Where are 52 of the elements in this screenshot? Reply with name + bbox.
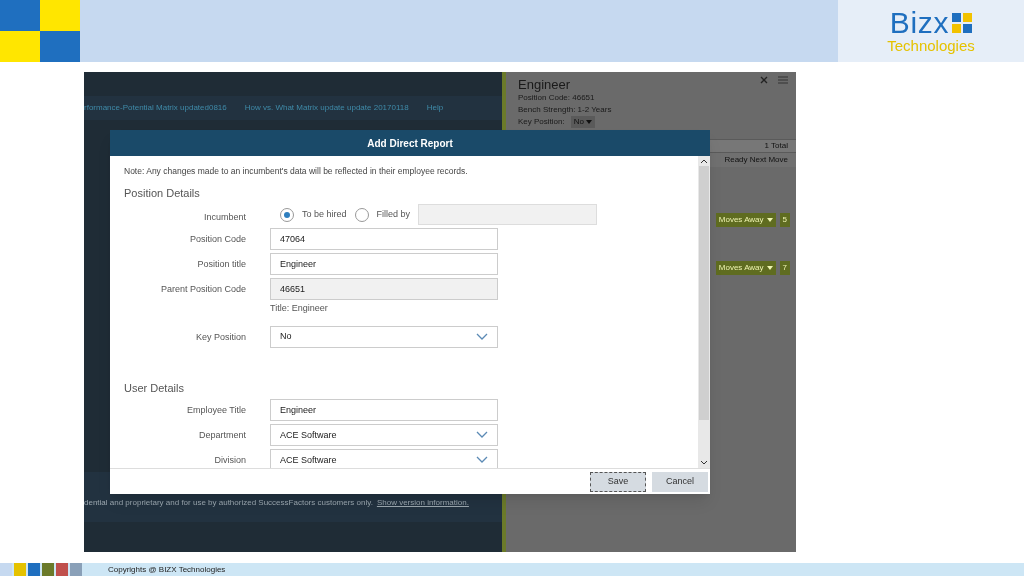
cancel-button[interactable]: Cancel xyxy=(652,471,708,492)
chevron-down-icon xyxy=(476,456,488,465)
copyright-text: Copyrights @ BIZX Technologies xyxy=(108,563,226,576)
dialog-note: Note: Any changes made to an incumbent's data will be reflected in their employee records. xyxy=(124,165,469,178)
input-field[interactable]: 47064 xyxy=(270,228,498,251)
status-dropdown[interactable]: Moves Away xyxy=(715,213,776,227)
count-badge: 7 xyxy=(779,261,790,275)
field-hint: Title: Engineer xyxy=(270,302,329,316)
dropdown[interactable]: ACE Software xyxy=(270,424,498,447)
section-heading: Position Details xyxy=(124,185,201,201)
caret-icon xyxy=(585,119,592,124)
save-button[interactable]: Save xyxy=(590,471,646,492)
input-field[interactable]: 46651 xyxy=(270,278,498,301)
field-label: Position title xyxy=(196,258,246,272)
count-badge: 5 xyxy=(779,213,790,227)
version-link[interactable]: Show version information. xyxy=(376,497,469,509)
dropdown[interactable]: No xyxy=(270,325,498,348)
field-label: Incumbent xyxy=(202,210,246,224)
input-field[interactable]: Engineer xyxy=(270,399,498,422)
chevron-down-icon xyxy=(476,332,488,341)
footer-text: dential and proprietary and for use by authorized SuccessFactors customers only. xyxy=(84,497,373,509)
nav-link[interactable]: How vs. What Matrix update update 20170118 xyxy=(244,102,409,114)
radio-label: To be hired xyxy=(302,208,347,221)
nav-link[interactable]: rformance-Potential Matrix updated0816 xyxy=(84,102,227,114)
section-heading: User Details xyxy=(124,380,185,396)
caret-icon xyxy=(766,266,773,270)
scroll-down-icon[interactable] xyxy=(700,460,708,466)
field-label: Key Position xyxy=(194,330,246,344)
panel-detail: Position Code: 46651 xyxy=(518,92,596,104)
nav-link[interactable]: Help xyxy=(426,102,444,114)
panel-title: Engineer xyxy=(518,77,572,92)
filled-by-field[interactable] xyxy=(418,204,598,226)
field-label: Employee Title xyxy=(185,404,246,418)
field-label: Position Code xyxy=(188,233,246,247)
panel-detail: Key Position: xyxy=(518,115,565,128)
close-icon[interactable] xyxy=(760,76,768,84)
dialog-title: Add Direct Report xyxy=(110,130,710,156)
input-field[interactable]: Engineer xyxy=(270,253,498,276)
status-dropdown[interactable]: Moves Away xyxy=(715,261,776,275)
scrollbar[interactable] xyxy=(698,156,710,468)
field-label: Parent Position Code xyxy=(159,283,246,297)
field-label: Department xyxy=(197,429,246,443)
radio-button[interactable] xyxy=(354,207,369,222)
panel-detail: Bench Strength: 1-2 Years xyxy=(518,104,612,116)
chevron-down-icon xyxy=(476,431,488,440)
scroll-up-icon[interactable] xyxy=(700,158,708,164)
field-label: Division xyxy=(213,454,246,468)
radio-label: Filled by xyxy=(376,208,411,221)
caret-icon xyxy=(766,218,773,222)
radio-button[interactable] xyxy=(280,207,294,222)
dropdown[interactable]: ACE Software xyxy=(270,449,498,468)
company-logo: Bizx Technologies xyxy=(838,0,1024,62)
